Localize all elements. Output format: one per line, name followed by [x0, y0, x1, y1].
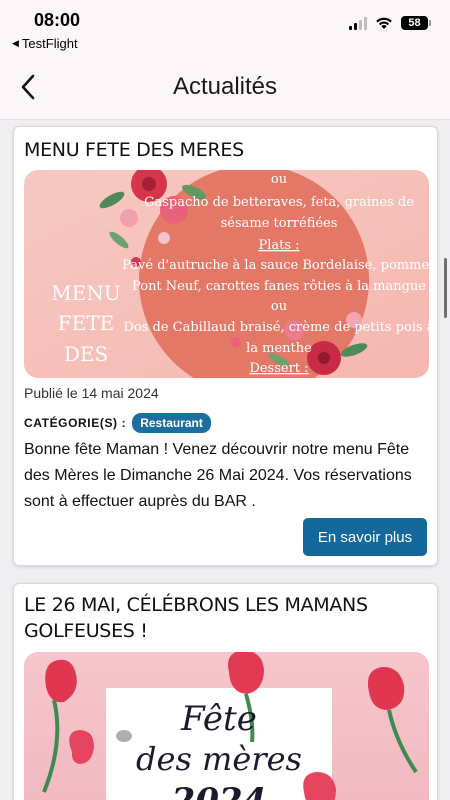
back-triangle-icon: ◀ — [12, 38, 19, 48]
menu-side-text: FETE — [58, 311, 114, 335]
tulip-illustration: Fête des mères 2024 — [24, 652, 429, 800]
status-time: 08:00 — [34, 10, 81, 30]
menu-line: Pavé d'autruche à la sauce Bordelaise, p… — [122, 258, 429, 273]
cellular-signal-icon — [349, 16, 367, 30]
image-title-line: 2024 — [171, 781, 267, 800]
category-badge[interactable]: Restaurant — [132, 413, 211, 433]
battery-icon: 58 — [401, 16, 431, 30]
read-more-button[interactable]: En savoir plus — [303, 518, 427, 556]
card-title: MENU FETE DES MERES — [24, 139, 244, 161]
scrollbar[interactable] — [444, 258, 447, 318]
category-row: CATÉGORIE(S) : Restaurant — [24, 413, 211, 433]
menu-side-text: MENU — [51, 281, 120, 305]
menu-line: Gaspacho de betteraves, feta, graines de — [144, 195, 414, 210]
image-title-line: des mères — [136, 740, 302, 778]
menu-line: Dos de Cabillaud braisé, crème de petits… — [123, 320, 429, 335]
image-title-line: Fête — [180, 699, 257, 739]
status-icons: 58 — [349, 16, 431, 30]
menu-line: ou — [271, 172, 287, 187]
menu-illustration: ou Gaspacho de betteraves, feta, graines… — [24, 170, 429, 378]
status-bar: 08:00 ◀ TestFlight 58 — [0, 0, 450, 54]
menu-line: Dessert : — [249, 361, 308, 376]
back-to-app-link[interactable]: ◀ TestFlight — [12, 36, 78, 51]
menu-line: Pont Neuf, carottes fanes rôties à la ma… — [132, 279, 426, 294]
menu-line: sésame torréfiées — [221, 216, 338, 231]
menu-line: la menthe — [246, 341, 312, 356]
heart-icon — [116, 730, 132, 742]
card-title: LE 26 MAI, CÉLÉBRONS LES MAMANS GOLFEUSE… — [24, 594, 368, 642]
card-description: Bonne fête Maman ! Venez découvrir notre… — [24, 441, 412, 510]
published-date: Publié le 14 mai 2024 — [24, 385, 159, 401]
wifi-icon — [376, 17, 392, 29]
battery-level: 58 — [408, 17, 421, 29]
menu-image[interactable]: ou Gaspacho de betteraves, feta, graines… — [24, 170, 429, 378]
page-title: Actualités — [172, 73, 278, 100]
navigation-bar: Actualités — [0, 54, 450, 120]
news-card[interactable]: MENU FETE DES MERES ou Gaspacho de bette… — [13, 126, 438, 566]
back-app-label: TestFlight — [21, 36, 78, 51]
news-card[interactable]: LE 26 MAI, CÉLÉBRONS LES MAMANS GOLFEUSE… — [13, 583, 438, 800]
menu-line: ou — [271, 299, 287, 314]
category-label: CATÉGORIE(S) : — [24, 416, 127, 430]
menu-side-text: DES — [64, 342, 108, 366]
fete-des-meres-image[interactable]: Fête des mères 2024 — [24, 652, 429, 800]
menu-line: Plats : — [258, 238, 299, 253]
